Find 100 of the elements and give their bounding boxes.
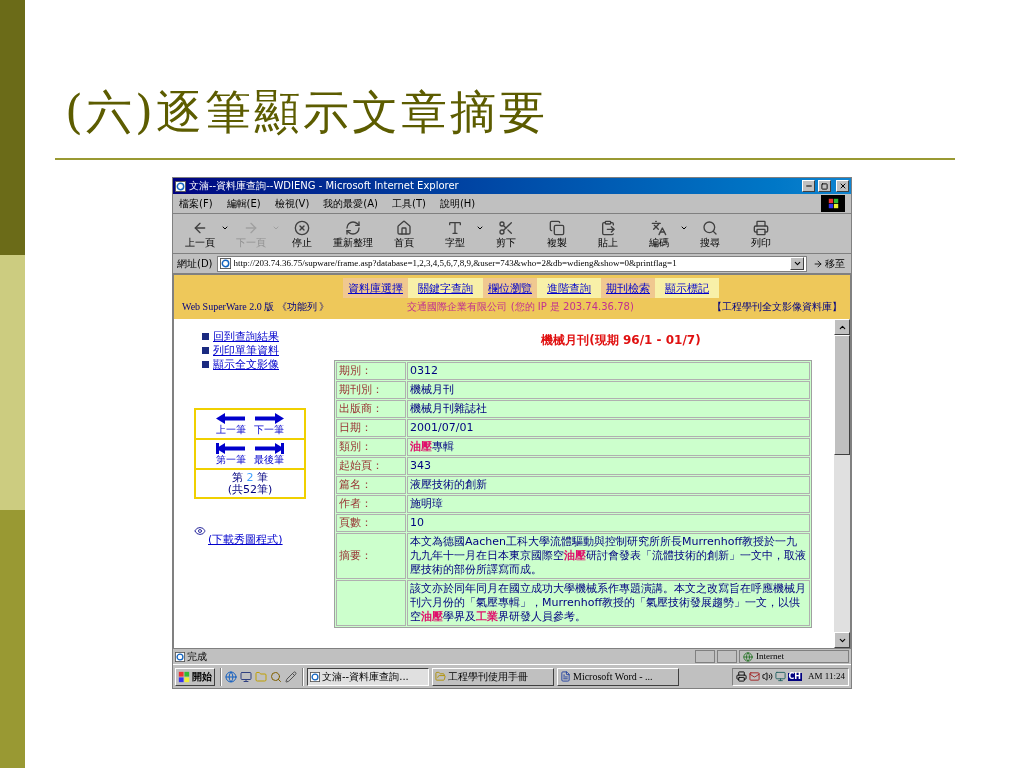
menu-item[interactable]: 檢視(V) — [274, 198, 310, 209]
field-label: 頁數： — [336, 514, 406, 532]
bullet-icon — [202, 361, 209, 368]
record-title: 機械月刊(現期 96/1 - 01/7) — [540, 332, 702, 349]
caret-icon — [792, 259, 802, 268]
field-label: 出版商： — [336, 400, 406, 418]
record-nav-button[interactable]: 最後筆 — [254, 443, 284, 465]
menu-item[interactable]: 檔案(F) — [179, 198, 213, 209]
toolbar-button[interactable]: 編碼 — [638, 215, 680, 252]
site-nav-tab[interactable]: 欄位瀏覽 — [483, 278, 537, 298]
right-arrow-icon — [254, 413, 284, 424]
home-icon — [396, 219, 412, 236]
left-arrow-icon — [216, 413, 246, 424]
field-label: 摘要： — [336, 533, 406, 579]
taskbar-task[interactable]: Microsoft Word - ... — [557, 667, 679, 686]
toolbar-button[interactable]: 重新整理 — [332, 215, 374, 252]
field-value: 該文亦於同年同月在國立成功大學機械系作專題演講。本文之改寫旨在呼應機械月刊六月份的「氣壓專輯」，Murrenhoff教授的「氣壓技術發展趨勢」一文，以供空油壓學界及工業界研發人員參考。 — [410, 582, 806, 623]
status-text: 完成 — [187, 651, 208, 662]
go-button[interactable]: 移至 — [811, 258, 847, 269]
bullet-icon — [202, 333, 209, 340]
font-icon — [447, 219, 463, 236]
bullet-icon — [202, 347, 209, 354]
header-version: Web SuperWare 2.0 版 《功能列 》 — [182, 302, 330, 312]
dropdown-button[interactable] — [790, 257, 804, 270]
printer-icon — [753, 219, 769, 236]
menu-item[interactable]: 工具(T) — [392, 198, 426, 209]
record-counter: 第 2 筆 — [232, 472, 268, 483]
field-value: 機械月刊 — [410, 383, 454, 396]
refresh-icon — [345, 219, 361, 236]
site-nav-tab[interactable]: 資料庫選擇 — [343, 278, 408, 298]
toolbar-button[interactable]: 停止 — [281, 215, 323, 252]
paste-icon — [600, 219, 616, 236]
monitor-icon — [774, 671, 786, 682]
close-icon — [838, 182, 847, 190]
field-value: 油壓專輯 — [410, 440, 454, 453]
browser-page-icon — [310, 671, 320, 682]
address-field[interactable]: http://203.74.36.75/supware/frame.asp?database=1,2,3,4,5,6,7,8,9,&user=743&who=2&db=wdieng&show=0&printflag=1 — [216, 255, 807, 272]
first-arrow-icon — [216, 443, 246, 454]
field-label: 日期： — [336, 419, 406, 437]
toolbar-button[interactable]: 剪下 — [485, 215, 527, 252]
toolbar-button[interactable]: 上一頁 — [179, 215, 221, 252]
browser-page-icon — [175, 180, 186, 192]
scroll-up-button[interactable] — [834, 319, 850, 335]
maximize-button[interactable] — [818, 180, 831, 192]
field-label: 篇名： — [336, 476, 406, 494]
field-value: 10 — [410, 516, 424, 529]
taskbar-task[interactable]: 文湳--資料庫查詢... — [307, 667, 429, 686]
toolbar-button[interactable]: 字型 — [434, 215, 476, 252]
clock: AM 11:24 — [808, 672, 845, 681]
header-company: 交通國際企業有限公司 (您的 IP 是 203.74.36.78) — [407, 302, 634, 312]
search-icon — [270, 670, 282, 683]
mail-icon — [748, 671, 760, 682]
field-value: 施明璋 — [410, 497, 443, 510]
record-nav-button[interactable]: 第一筆 — [216, 443, 246, 465]
folder-icon — [255, 670, 267, 683]
speaker-icon — [761, 671, 773, 682]
slide-title: (六)逐筆顯示文章摘要 — [65, 84, 549, 141]
record-total: (共52筆) — [227, 484, 273, 495]
window-title: 文湳--資料庫查詢--WDIENG - Microsoft Internet Explorer — [189, 181, 460, 191]
ime-indicator[interactable]: CH — [787, 672, 803, 681]
windows-logo-icon — [178, 670, 190, 683]
toolbar-button[interactable]: 列印 — [740, 215, 782, 252]
side-link[interactable]: 回到查詢結果 — [213, 331, 279, 342]
field-value: 2001/07/01 — [410, 421, 474, 434]
scrollbar[interactable] — [834, 319, 850, 648]
encoding-icon — [651, 219, 667, 236]
field-label: 期別： — [336, 362, 406, 380]
download-link[interactable]: (下載秀圖程式) — [208, 534, 283, 545]
menu-item[interactable]: 我的最愛(A) — [323, 198, 378, 209]
pencil-icon — [285, 670, 297, 683]
search-icon — [702, 219, 718, 236]
menu-item[interactable]: 編輯(E) — [226, 198, 261, 209]
menu-item[interactable]: 說明(H) — [439, 198, 476, 209]
copy-icon — [549, 219, 565, 236]
minimize-icon — [804, 182, 813, 190]
field-label: 起始頁： — [336, 457, 406, 475]
toolbar-button[interactable]: 貼上 — [587, 215, 629, 252]
record-nav-button[interactable]: 下一筆 — [254, 413, 284, 435]
eye-icon — [194, 525, 206, 537]
site-nav-tab[interactable]: 關鍵字查詢 — [408, 278, 483, 298]
browser-icon — [225, 670, 237, 683]
minimize-button[interactable] — [802, 180, 815, 192]
close-button[interactable] — [836, 180, 849, 192]
toolbar-button[interactable]: 首頁 — [383, 215, 425, 252]
taskbar-task[interactable]: 工程學刊使用手冊 — [432, 667, 554, 686]
arrow-icon — [813, 258, 823, 269]
printer-icon — [735, 671, 747, 682]
side-link[interactable]: 列印單筆資料 — [213, 345, 279, 356]
scroll-thumb[interactable] — [834, 335, 850, 455]
site-nav-tab[interactable]: 進階查詢 — [537, 278, 601, 298]
site-nav-tab[interactable]: 期刊檢索 — [601, 278, 655, 298]
browser-page-icon — [175, 651, 185, 662]
record-nav-button[interactable]: 上一筆 — [216, 413, 246, 435]
toolbar-button[interactable]: 搜尋 — [689, 215, 731, 252]
side-link[interactable]: 顯示全文影像 — [213, 359, 279, 370]
site-nav-tab[interactable]: 顯示標記 — [655, 278, 719, 298]
toolbar-button[interactable]: 複製 — [536, 215, 578, 252]
stop-icon — [294, 219, 310, 236]
scroll-down-button[interactable] — [834, 632, 850, 648]
start-button[interactable]: 開始 — [175, 667, 215, 686]
